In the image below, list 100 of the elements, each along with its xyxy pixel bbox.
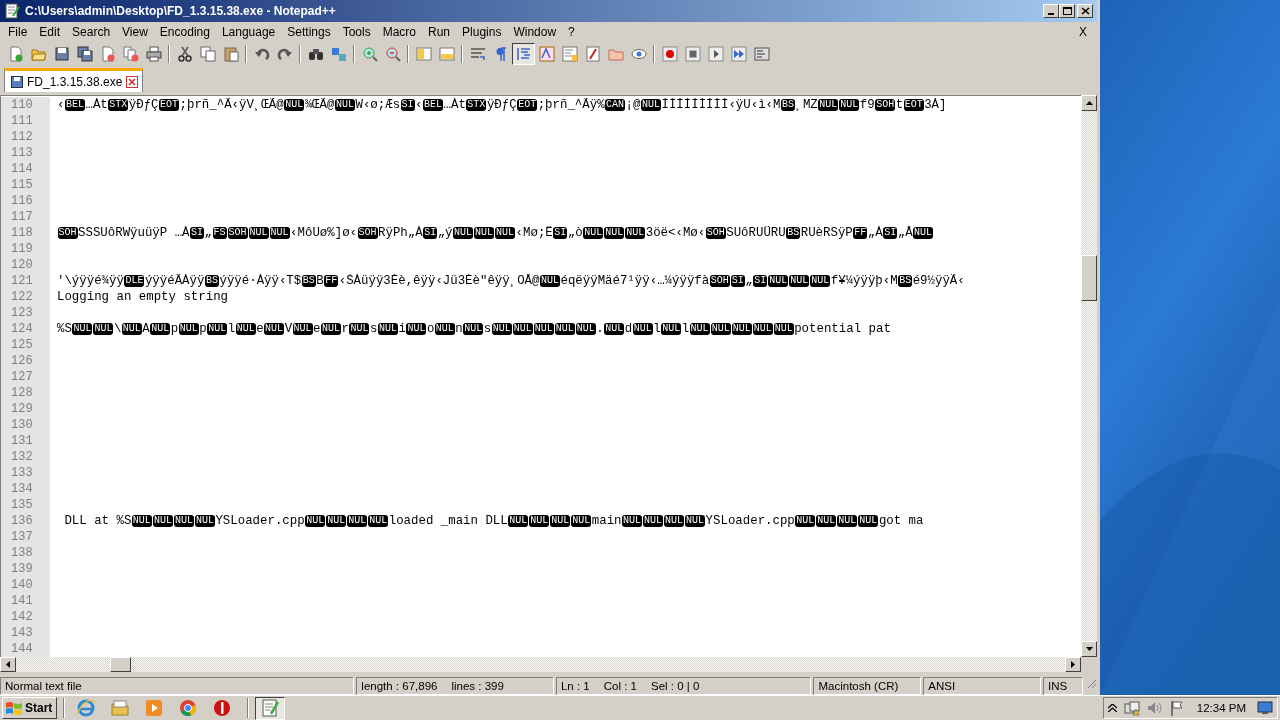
code-text: SSSUôRWÿuüÿP …À [78,226,190,240]
flag-icon[interactable] [1169,700,1184,716]
code-text: 3öë<‹Mø‹ [645,226,706,240]
menu-item[interactable]: File [2,23,34,41]
length-label: length : 67,896 [361,680,438,692]
control-char-badge: NUL [664,515,685,527]
menu-item[interactable]: Macro [376,23,422,41]
control-char-badge: EOT [159,99,180,111]
control-char-badge: SOH [57,227,78,239]
code-text: f9 [859,98,875,112]
speaker-icon[interactable] [1146,700,1163,716]
scroll-thumb[interactable] [110,657,131,672]
line-number: 112 [1,129,50,145]
file-tab[interactable]: FD_1.3.15.38.exe [4,68,144,92]
menu-item[interactable]: Window [507,23,563,41]
indent-guide-button[interactable] [512,43,535,65]
control-char-badge: NUL [326,515,347,527]
scroll-thumb[interactable] [1081,255,1097,301]
start-button[interactable]: Start [2,697,58,719]
code-text: l [227,322,236,336]
menu-item[interactable]: View [116,23,154,41]
clock[interactable]: 12:34 PM [1196,702,1246,714]
column-label: Col : 1 [603,680,637,692]
menu-item[interactable]: Settings [281,23,337,41]
code-text: ‹ŠÀüÿÿ3Èè,êÿÿ‹Jü3Èè"êÿÿ¸OÅ@ [338,274,540,288]
new-file-icon [7,46,24,62]
control-char-badge: SI [730,275,745,287]
menu-item[interactable]: Tools [336,23,377,41]
code-text: ‹ [957,274,965,288]
vertical-scrollbar[interactable] [1081,95,1097,657]
control-char-badge: BS [786,227,801,239]
folder-icon [607,46,624,62]
minimize-button[interactable] [1043,4,1059,18]
indent-guide-icon [515,46,532,62]
line-number: 139 [1,561,50,577]
control-char-badge: NUL [710,323,731,335]
line-number: 114 [1,161,50,177]
control-char-badge: NUL [533,323,554,335]
control-char-badge: SOH [709,275,730,287]
taskbar-button[interactable] [255,696,286,720]
control-char-badge: NUL [661,323,682,335]
code-text: ‹Mø;Ë [515,226,553,240]
lines-label: lines : 399 [451,680,504,692]
code-text: p [199,322,207,336]
code-text: ¸MZ [795,98,818,112]
control-char-badge: EOT [903,99,924,111]
control-char-badge: BEL [423,99,444,111]
undo-icon [253,46,270,62]
control-char-badge: SI [553,227,568,239]
tab-label: FD_1.3.15.38.exe [27,74,123,89]
code-text: ÌÌÌÌÌÌÌÌÌ‹ÿU‹ì‹M [661,98,781,112]
control-char-badge: FF [324,275,339,287]
notepad-icon [260,698,281,718]
code-text: p [170,322,179,336]
code-text: s [483,322,492,336]
show-hidden-icons-icon[interactable] [1107,704,1117,712]
line-number: 127 [1,369,50,385]
code-text: ¡@ [625,98,641,112]
play-icon [707,46,724,62]
menu-item[interactable]: Run [422,23,457,41]
control-char-badge: NUL [121,323,142,335]
menu-item[interactable]: Plugins [456,23,508,41]
window-title: C:\Users\admin\Desktop\FD_1.3.15.38.exe - Notepad++ [25,4,337,18]
control-char-badge: SOH [227,227,248,239]
paste-icon [222,46,239,62]
control-char-badge: NUL [463,323,484,335]
close-all-icon [122,46,139,62]
code-text: …Àt [85,98,108,112]
menu-item[interactable]: Encoding [153,23,216,41]
maximize-button[interactable] [1059,4,1075,18]
sync-vertical-icon [415,46,432,62]
control-char-badge: NUL [685,515,706,527]
control-char-badge: SOH [875,99,896,111]
close-document-button[interactable]: X [1071,25,1095,39]
menu-item[interactable]: ? [562,23,581,41]
show-desktop-icon[interactable] [1257,701,1273,715]
code-text: …Àt [443,98,466,112]
network-warning-icon[interactable] [1123,700,1140,716]
code-text: éqëÿÿMäé7¹ÿÿ‹…¼ýÿÿfà [560,274,710,288]
control-char-badge: NUL [604,323,625,335]
control-char-badge: NUL [495,227,516,239]
control-char-badge: NUL [575,323,596,335]
menu-item[interactable]: Search [66,23,117,41]
code-text: ÿÐƒÇ [486,98,517,112]
code-text: d [624,322,633,336]
control-char-badge: NUL [173,515,194,527]
menu-item[interactable]: Edit [33,23,67,41]
menu-item[interactable]: Language [215,23,282,41]
control-char-badge: NUL [752,323,773,335]
control-char-badge: NUL [150,323,171,335]
code-text: . [596,322,604,336]
control-char-badge: NUL [305,515,326,527]
maximize-icon [1062,7,1072,15]
code-text: „ [204,226,212,240]
horizontal-scrollbar[interactable] [0,657,1081,672]
close-button[interactable] [1077,4,1093,18]
control-char-badge: STX [466,99,487,111]
code-text: YSLoader.cpp [705,514,795,528]
line-number: 144 [1,641,50,657]
control-char-badge: NUL [768,275,789,287]
